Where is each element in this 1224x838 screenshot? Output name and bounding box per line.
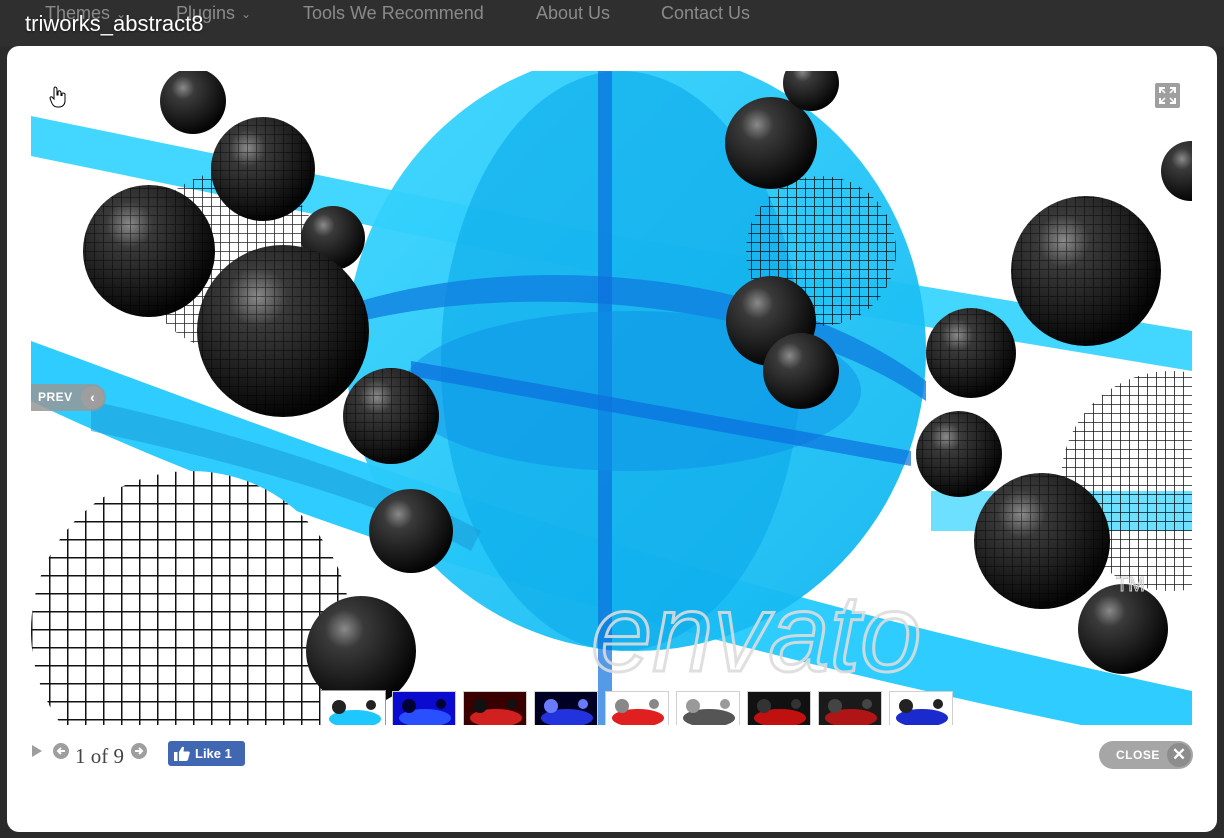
expand-fullscreen-button[interactable] bbox=[1155, 83, 1180, 108]
nav-item-about[interactable]: About Us bbox=[536, 3, 610, 24]
fb-like-label: Like 1 bbox=[195, 746, 232, 761]
image-counter: 1 of 9 bbox=[75, 744, 124, 768]
thumbnail-strip bbox=[321, 691, 953, 725]
thumbnail-red-icon bbox=[464, 692, 526, 725]
thumbnail-3[interactable] bbox=[463, 691, 527, 725]
abstract-render-image: envato TM bbox=[31, 71, 1192, 725]
thumbnail-spheres-icon bbox=[323, 693, 383, 725]
thumbnail-blue-icon bbox=[393, 692, 455, 725]
nav-item-tools[interactable]: Tools We Recommend bbox=[303, 3, 484, 24]
previous-arrow-icon[interactable] bbox=[53, 743, 69, 759]
thumbnail-dark-red-icon bbox=[748, 692, 810, 725]
thumbnail-9[interactable] bbox=[889, 691, 953, 725]
thumbnail-8[interactable] bbox=[818, 691, 882, 725]
thumbnail-6[interactable] bbox=[676, 691, 740, 725]
thumbnail-4[interactable] bbox=[534, 691, 598, 725]
facebook-like-button[interactable]: Like 1 bbox=[168, 741, 245, 766]
nav-item-contact[interactable]: Contact Us bbox=[661, 3, 750, 24]
thumbnail-blue-ring-icon bbox=[535, 692, 597, 725]
chevron-left-icon: ‹ bbox=[81, 386, 104, 409]
chevron-down-icon: ⌄ bbox=[241, 7, 252, 22]
thumbnail-1[interactable] bbox=[321, 691, 385, 725]
thumbnail-5[interactable] bbox=[605, 691, 669, 725]
thumbnail-blue-disc-icon bbox=[890, 692, 952, 725]
lightbox-image: envato TM bbox=[31, 71, 1192, 725]
thumbs-up-icon bbox=[174, 746, 190, 761]
play-icon[interactable] bbox=[31, 744, 43, 758]
thumbnail-dark-red-2-icon bbox=[819, 692, 881, 725]
thumbnail-2[interactable] bbox=[392, 691, 456, 725]
thumbnail-grid-icon bbox=[677, 692, 739, 725]
lightbox-title: triworks_abstract8 bbox=[25, 11, 204, 36]
lightbox: envato TM PREV ‹ 1 of 9 Like 1 CLOSE ✕ bbox=[7, 46, 1217, 832]
close-icon: ✕ bbox=[1167, 743, 1191, 767]
expand-icon bbox=[1159, 87, 1176, 104]
envato-watermark: envato bbox=[591, 572, 921, 695]
prev-button[interactable]: PREV ‹ bbox=[31, 384, 106, 411]
thumbnail-red-ring-icon bbox=[606, 692, 668, 725]
hand-cursor-icon bbox=[49, 86, 67, 108]
close-label: CLOSE bbox=[1116, 748, 1160, 762]
next-arrow-icon[interactable] bbox=[131, 743, 147, 759]
prev-label: PREV bbox=[38, 390, 73, 404]
close-button[interactable]: CLOSE ✕ bbox=[1099, 741, 1193, 769]
thumbnail-7[interactable] bbox=[747, 691, 811, 725]
svg-text:TM: TM bbox=[1116, 574, 1145, 596]
